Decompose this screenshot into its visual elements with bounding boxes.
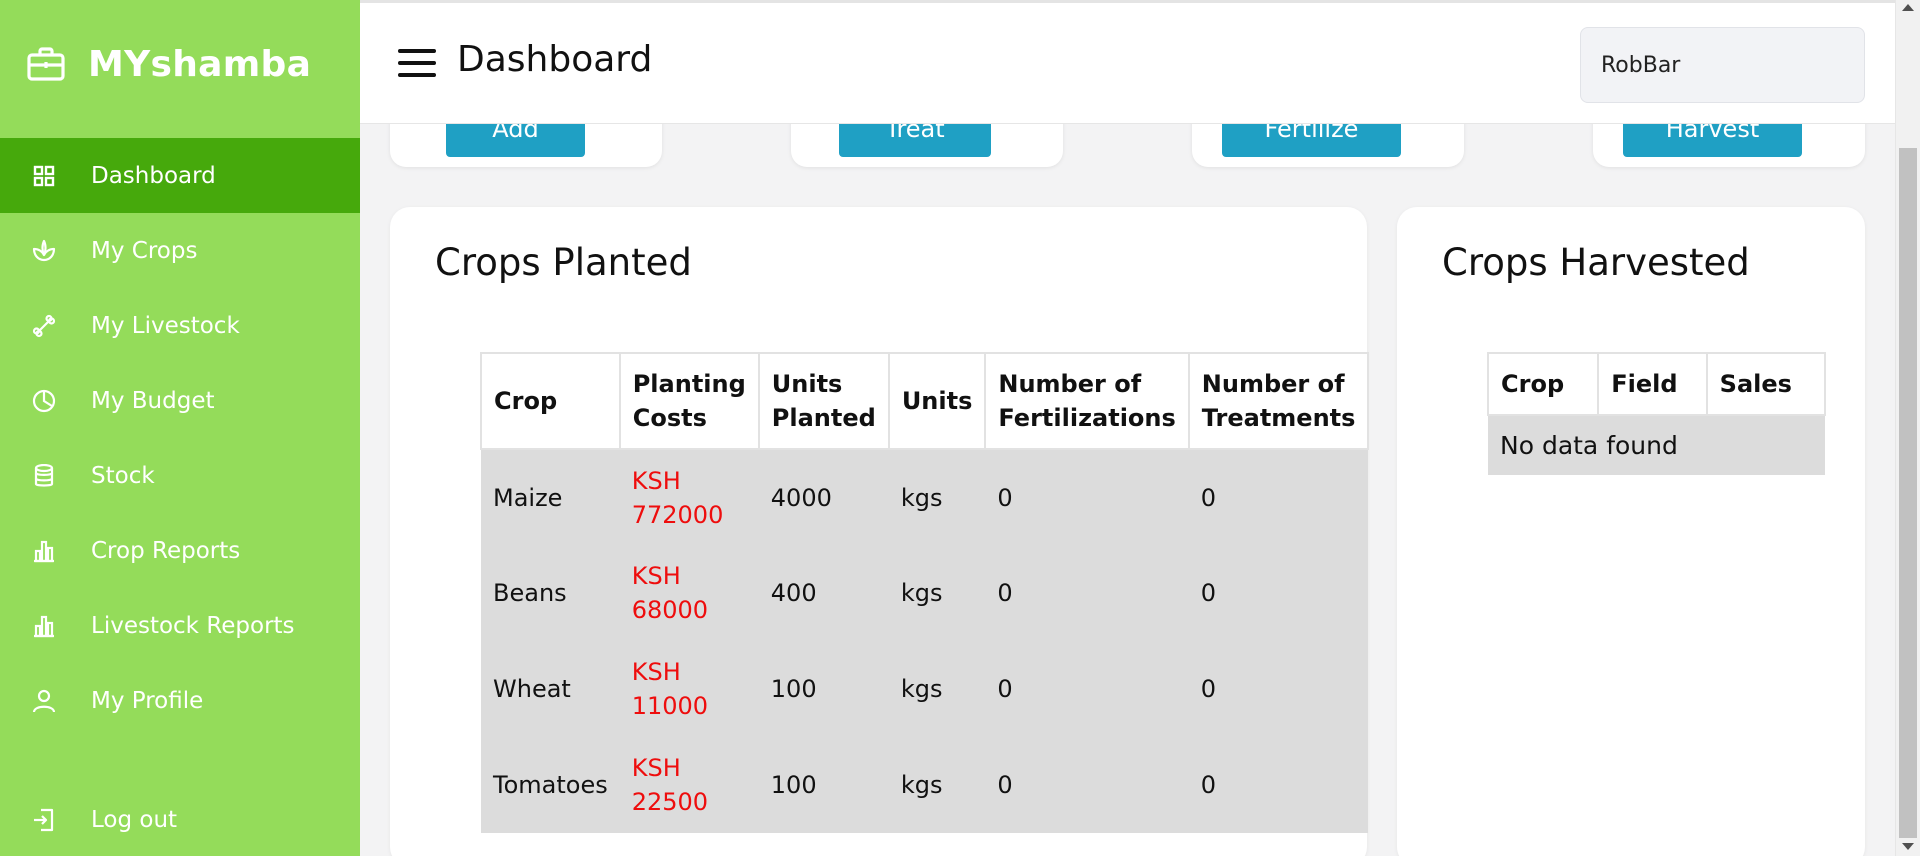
units-planted-cell: 400: [758, 545, 889, 641]
cost-cell: KSH 68000: [619, 545, 759, 641]
units-cell: kgs: [888, 641, 986, 737]
units-planted-cell: 4000: [758, 449, 889, 545]
sidebar-item-label: My Livestock: [91, 312, 240, 339]
bone-icon: [30, 312, 58, 340]
cost-currency: KSH: [631, 754, 681, 782]
brand-name: MYshamba: [88, 43, 312, 85]
units-planted-cell: 100: [758, 641, 889, 737]
pie-chart-icon: [30, 387, 58, 415]
treatments-cell: 0: [1188, 641, 1369, 737]
crop-cell: Beans: [481, 545, 620, 641]
table-row: Beans KSH 68000 400 kgs 0 0: [481, 545, 1369, 641]
empty-state: No data found: [1488, 415, 1825, 475]
cost-cell: KSH 772000: [619, 449, 759, 545]
scroll-down-arrow-icon[interactable]: [1902, 843, 1914, 850]
table-row: Maize KSH 772000 4000 kgs 0 0: [481, 449, 1369, 545]
sidebar-item-label: My Budget: [91, 387, 215, 414]
sidebar-nav: Dashboard My Crops My Livestock My Budge…: [0, 138, 360, 738]
logout-label: Log out: [91, 806, 178, 833]
fertilizations-cell: 0: [985, 545, 1189, 641]
crops-harvested-table: Crop Field Sales No data found: [1486, 352, 1827, 475]
sidebar-item-label: Dashboard: [91, 162, 216, 189]
sidebar-item-stock[interactable]: Stock: [0, 438, 360, 513]
cost-currency: KSH: [631, 562, 681, 590]
units-cell: kgs: [888, 737, 986, 833]
sidebar-item-label: Stock: [91, 462, 155, 489]
sidebar-item-label: My Crops: [91, 237, 198, 264]
crops-planted-panel: Crops Planted Crop Planting Costs Units …: [390, 207, 1370, 856]
crops-harvested-title: Crops Harvested: [1442, 241, 1750, 284]
sidebar: MYshamba Dashboard My Crops My Livestock…: [0, 0, 360, 856]
sidebar-item-livestock-reports[interactable]: Livestock Reports: [0, 588, 360, 663]
sidebar-item-label: My Profile: [91, 687, 204, 714]
sidebar-item-my-budget[interactable]: My Budget: [0, 363, 360, 438]
scroll-up-arrow-icon[interactable]: [1902, 4, 1914, 11]
brand[interactable]: MYshamba: [0, 0, 360, 128]
logout-button[interactable]: Log out: [0, 782, 360, 856]
column-header[interactable]: Sales: [1705, 352, 1827, 416]
cost-amount: 772000: [631, 500, 724, 529]
cost-currency: KSH: [631, 466, 681, 495]
crops-planted-table: Crop Planting Costs Units Planted Units …: [480, 352, 1370, 833]
column-header[interactable]: Crop: [480, 352, 621, 450]
column-header[interactable]: Number of Treatments: [1187, 352, 1370, 450]
sidebar-item-crop-reports[interactable]: Crop Reports: [0, 513, 360, 588]
fertilizations-cell: 0: [985, 449, 1189, 545]
column-header[interactable]: Planting Costs: [618, 352, 760, 450]
user-icon: [30, 687, 58, 715]
sidebar-item-my-crops[interactable]: My Crops: [0, 213, 360, 288]
crop-cell: Maize: [481, 449, 620, 545]
fertilizations-cell: 0: [985, 737, 1189, 833]
units-cell: kgs: [888, 545, 986, 641]
cost-cell: KSH 22500: [619, 737, 759, 833]
sidebar-item-my-livestock[interactable]: My Livestock: [0, 288, 360, 363]
table-row: Tomatoes KSH 22500 100 kgs 0 0: [481, 737, 1369, 833]
cost-amount: 11000: [631, 692, 709, 720]
cost-cell: KSH 11000: [619, 641, 759, 737]
bar-chart-icon: [30, 612, 58, 640]
user-menu[interactable]: RobBar: [1580, 27, 1865, 103]
treatments-cell: 0: [1188, 449, 1369, 545]
bar-chart-icon: [30, 537, 58, 565]
sidebar-item-label: Livestock Reports: [91, 612, 295, 639]
cost-currency: KSH: [631, 658, 681, 686]
top-bar: Dashboard RobBar: [360, 0, 1895, 124]
crop-cell: Wheat: [481, 641, 620, 737]
crops-harvested-panel: Crops Harvested Crop Field Sales No data…: [1397, 207, 1865, 856]
fertilizations-cell: 0: [985, 641, 1189, 737]
sidebar-item-dashboard[interactable]: Dashboard: [0, 138, 360, 213]
scroll-thumb[interactable]: [1899, 148, 1917, 838]
scrollbar[interactable]: [1895, 0, 1920, 856]
cost-amount: 22500: [631, 788, 709, 816]
cost-amount: 68000: [631, 596, 709, 624]
column-header[interactable]: Units: [887, 352, 987, 450]
grid-icon: [30, 162, 58, 190]
units-planted-cell: 100: [758, 737, 889, 833]
treatments-cell: 0: [1188, 737, 1369, 833]
table-row: No data found: [1488, 415, 1825, 475]
table-row: Wheat KSH 11000 100 kgs 0 0: [481, 641, 1369, 737]
database-icon: [30, 462, 58, 490]
column-header[interactable]: Crop: [1486, 352, 1600, 416]
sprout-icon: [30, 237, 58, 265]
units-cell: kgs: [888, 449, 986, 545]
sidebar-item-label: Crop Reports: [91, 537, 241, 564]
crops-planted-title: Crops Planted: [435, 241, 692, 284]
briefcase-icon: [26, 44, 66, 84]
page-title: Dashboard: [457, 39, 653, 80]
logout-icon: [30, 806, 58, 834]
column-header[interactable]: Units Planted: [757, 352, 890, 450]
column-header[interactable]: Field: [1597, 352, 1708, 416]
hamburger-menu-icon[interactable]: [398, 49, 436, 77]
sidebar-item-my-profile[interactable]: My Profile: [0, 663, 360, 738]
column-header[interactable]: Number of Fertilizations: [984, 352, 1190, 450]
treatments-cell: 0: [1188, 545, 1369, 641]
crop-cell: Tomatoes: [481, 737, 620, 833]
